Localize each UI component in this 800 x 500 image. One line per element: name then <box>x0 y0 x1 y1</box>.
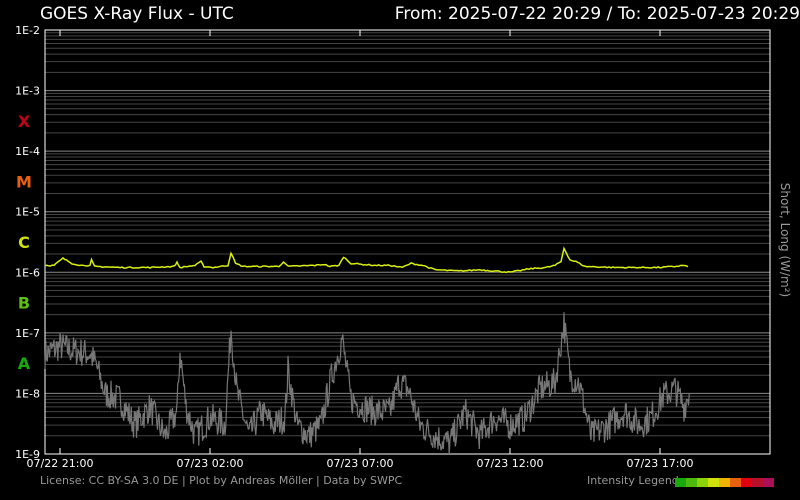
series-short-line <box>44 312 690 455</box>
y-tick-label: 1E-6 <box>15 266 40 279</box>
x-tick-label: 07/23 07:00 <box>327 457 394 470</box>
y-tick-label: 1E-5 <box>15 206 40 219</box>
legend-swatch <box>752 478 763 487</box>
y-tick-label: 1E-2 <box>15 24 40 37</box>
y-tick-label: 1E-4 <box>15 145 40 158</box>
intensity-legend-label: Intensity Legend <box>587 474 679 487</box>
y-tick-label: 1E-7 <box>15 327 40 340</box>
x-tick-label: 07/22 21:00 <box>27 457 94 470</box>
legend-swatch <box>708 478 719 487</box>
legend-swatch <box>697 478 708 487</box>
y-tick-label: 1E-3 <box>15 85 40 98</box>
series-long-line <box>44 246 689 274</box>
legend-swatch <box>719 478 730 487</box>
legend-swatch <box>730 478 741 487</box>
x-tick-label: 07/23 12:00 <box>477 457 544 470</box>
flare-class-X: X <box>18 112 31 131</box>
intensity-legend <box>675 478 774 487</box>
x-tick-label: 07/23 17:00 <box>627 457 694 470</box>
flare-class-B: B <box>18 294 30 313</box>
license-text: License: CC BY-SA 3.0 DE | Plot by Andre… <box>40 474 403 487</box>
legend-swatch <box>675 478 686 487</box>
flare-class-C: C <box>18 233 30 252</box>
y-tick-label: 1E-8 <box>15 387 40 400</box>
x-tick-label: 07/23 02:00 <box>177 457 244 470</box>
y-axis-label: Short, Long (W/m²) <box>778 182 792 298</box>
legend-swatch <box>686 478 697 487</box>
legend-swatch <box>741 478 752 487</box>
flare-class-M: M <box>16 172 32 191</box>
flux-chart: 1E-21E-31E-41E-51E-61E-71E-81E-9XMCBA07/… <box>15 24 771 470</box>
legend-swatch <box>763 478 774 487</box>
flare-class-A: A <box>18 354 31 373</box>
